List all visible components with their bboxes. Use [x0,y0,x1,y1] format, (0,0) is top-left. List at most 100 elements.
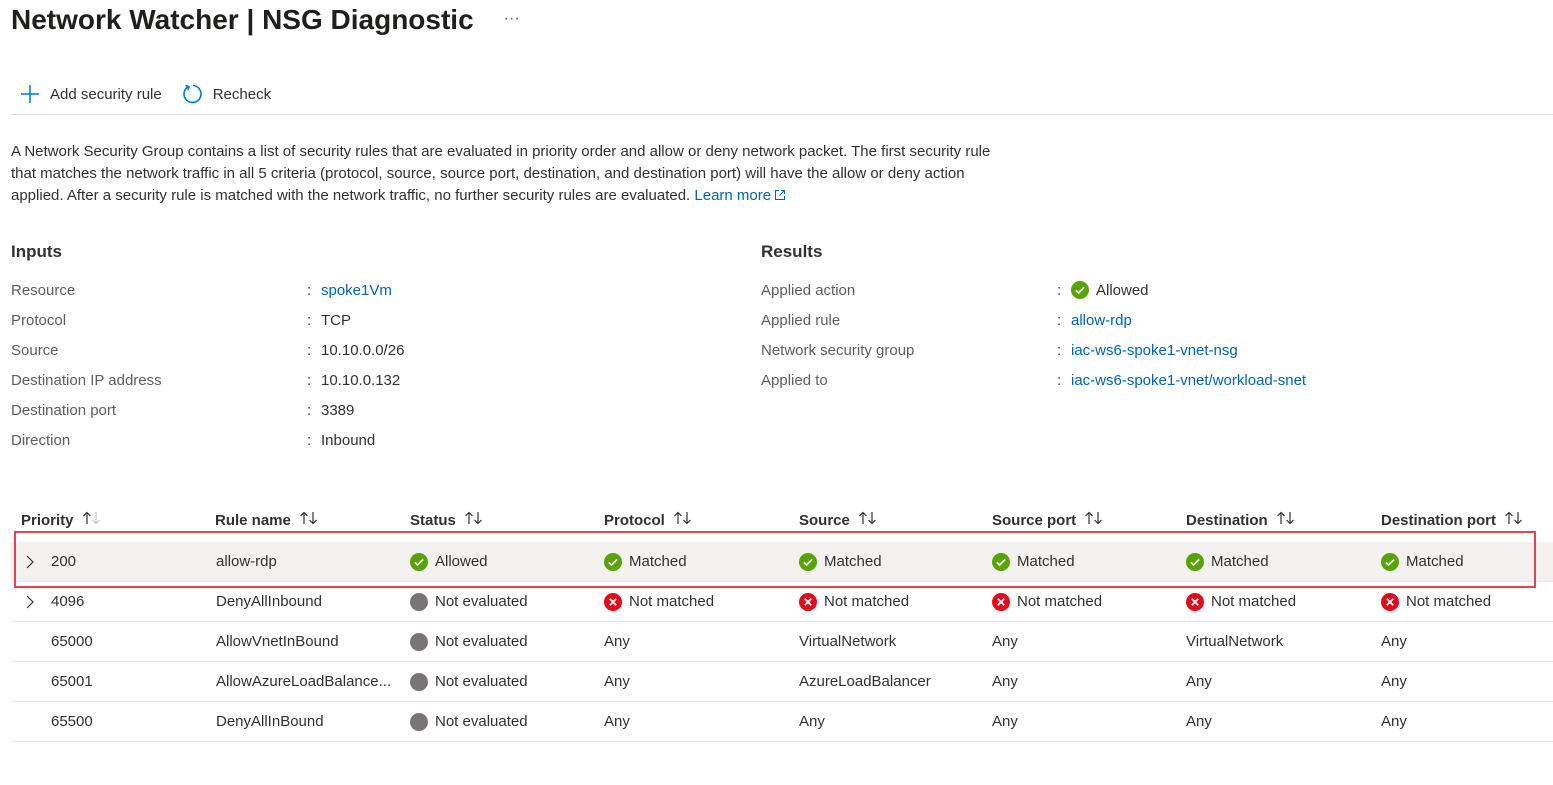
separator: : [1057,281,1062,299]
rule-name-link[interactable]: allow-rdp [216,542,277,581]
separator: : [1057,341,1062,359]
column-header-status[interactable]: Status [410,511,484,529]
external-link-icon [774,186,786,208]
table-header: Priority Rule name Status Protocol Sourc… [11,505,1553,535]
destination-port-value: 3389 [321,401,355,419]
source-cell: AzureLoadBalancer [799,673,931,690]
table-row[interactable]: 4096 DenyAllInbound Not evaluated Not ma… [11,582,1553,622]
table-row: 65001 AllowAzureLoadBalance... Not evalu… [11,662,1553,702]
page-title: Network Watcher | NSG Diagnostic [11,4,474,35]
result-nsg: Network security group : iac-ws6-spoke1-… [761,335,1238,365]
sort-icon [673,511,693,529]
source-cell: Matched [799,542,882,581]
nsg-link[interactable]: iac-ws6-spoke1-vnet-nsg [1071,342,1238,359]
column-header-source[interactable]: Source [799,511,878,529]
gray-circle-icon [410,672,428,691]
destination-cell: Any [1186,673,1212,690]
check-circle-icon [1381,552,1399,571]
column-header-source-port[interactable]: Source port [992,511,1104,529]
separator: : [1057,311,1062,329]
column-header-rule-name[interactable]: Rule name [215,511,319,529]
destination-cell: Not matched [1186,582,1296,621]
direction-value: Inbound [321,431,376,449]
applied-rule-link[interactable]: allow-rdp [1071,312,1132,329]
column-header-destination-port[interactable]: Destination port [1381,511,1524,529]
check-circle-icon [992,552,1010,571]
destination-port-cell: Matched [1381,542,1464,581]
priority-cell: 65500 [51,713,93,730]
applied-action-text: Allowed [1096,281,1149,299]
rule-name-cell: DenyAllInBound [216,713,324,730]
status-cell: Not evaluated [410,582,528,621]
source-port-cell: Any [992,673,1018,690]
sort-icon [299,511,319,529]
source-port-cell: Any [992,633,1018,650]
plus-icon [19,83,41,105]
recheck-button[interactable]: Recheck [182,83,271,105]
command-bar: Add security rule Recheck [11,76,291,112]
destination-cell: Any [1186,713,1212,730]
check-circle-icon [604,552,622,571]
separator: : [307,311,312,329]
sort-icon [82,511,102,529]
result-applied-rule: Applied rule : allow-rdp [761,305,1132,335]
destination-cell: VirtualNetwork [1186,633,1284,650]
direction-label: Direction [11,431,71,449]
description: A Network Security Group contains a list… [11,141,1011,208]
separator: : [307,281,312,299]
input-resource: Resource : spoke1Vm [11,275,392,305]
sort-icon [858,511,878,529]
resource-link[interactable]: spoke1Vm [321,282,392,299]
priority-cell: 4096 [51,593,85,610]
refresh-icon [182,83,204,105]
results-heading: Results [761,242,823,261]
source-cell: VirtualNetwork [799,633,897,650]
separator: : [1057,371,1062,389]
learn-more-link[interactable]: Learn more [694,187,786,204]
applied-action-label: Applied action [761,281,856,299]
rule-name-cell: AllowAzureLoadBalance... [216,673,392,690]
separator: : [307,401,312,419]
status-cell: Allowed [410,542,488,581]
column-header-priority[interactable]: Priority [21,511,102,529]
rules-table: Priority Rule name Status Protocol Sourc… [11,505,1553,742]
column-header-protocol[interactable]: Protocol [604,511,693,529]
destination-port-label: Destination port [11,401,117,419]
nsg-label: Network security group [761,341,915,359]
rule-name-cell: AllowVnetInBound [216,633,339,650]
status-cell: Not evaluated [410,662,528,701]
more-options-button[interactable]: ··· [504,10,520,28]
add-security-rule-button[interactable]: Add security rule [11,83,162,105]
source-cell: Not matched [799,582,909,621]
source-port-cell: Matched [992,542,1075,581]
check-circle-icon [1186,552,1204,571]
input-source: Source : 10.10.0.0/26 [11,335,404,365]
check-circle-icon [799,552,817,571]
destination-cell: Matched [1186,542,1269,581]
priority-cell: 65000 [51,633,93,650]
applied-rule-label: Applied rule [761,311,841,329]
description-text: A Network Security Group contains a list… [11,143,991,204]
gray-circle-icon [410,712,428,731]
chevron-right-icon[interactable] [25,542,35,581]
table-row[interactable]: 200 allow-rdp Allowed Matched Matched Ma… [11,542,1553,582]
error-circle-icon [604,592,622,611]
applied-to-link[interactable]: iac-ws6-spoke1-vnet/workload-snet [1071,372,1306,389]
check-circle-icon [1071,281,1089,299]
add-security-rule-label: Add security rule [50,85,162,103]
error-circle-icon [1381,592,1399,611]
column-header-destination[interactable]: Destination [1186,511,1296,529]
separator: : [307,371,312,389]
inputs-heading: Inputs [11,242,62,261]
rule-name-link[interactable]: DenyAllInbound [216,582,322,621]
result-applied-action: Applied action : Allowed [761,275,1149,305]
table-row: 65000 AllowVnetInBound Not evaluated Any… [11,622,1553,662]
source-port-cell: Not matched [992,582,1102,621]
input-destination-ip: Destination IP address : 10.10.0.132 [11,365,400,395]
chevron-right-icon[interactable] [25,582,35,621]
applied-action-value: Allowed [1071,281,1149,299]
destination-ip-value: 10.10.0.132 [321,371,401,389]
protocol-cell: Any [604,713,630,730]
recheck-label: Recheck [212,85,272,103]
separator: : [307,431,312,449]
